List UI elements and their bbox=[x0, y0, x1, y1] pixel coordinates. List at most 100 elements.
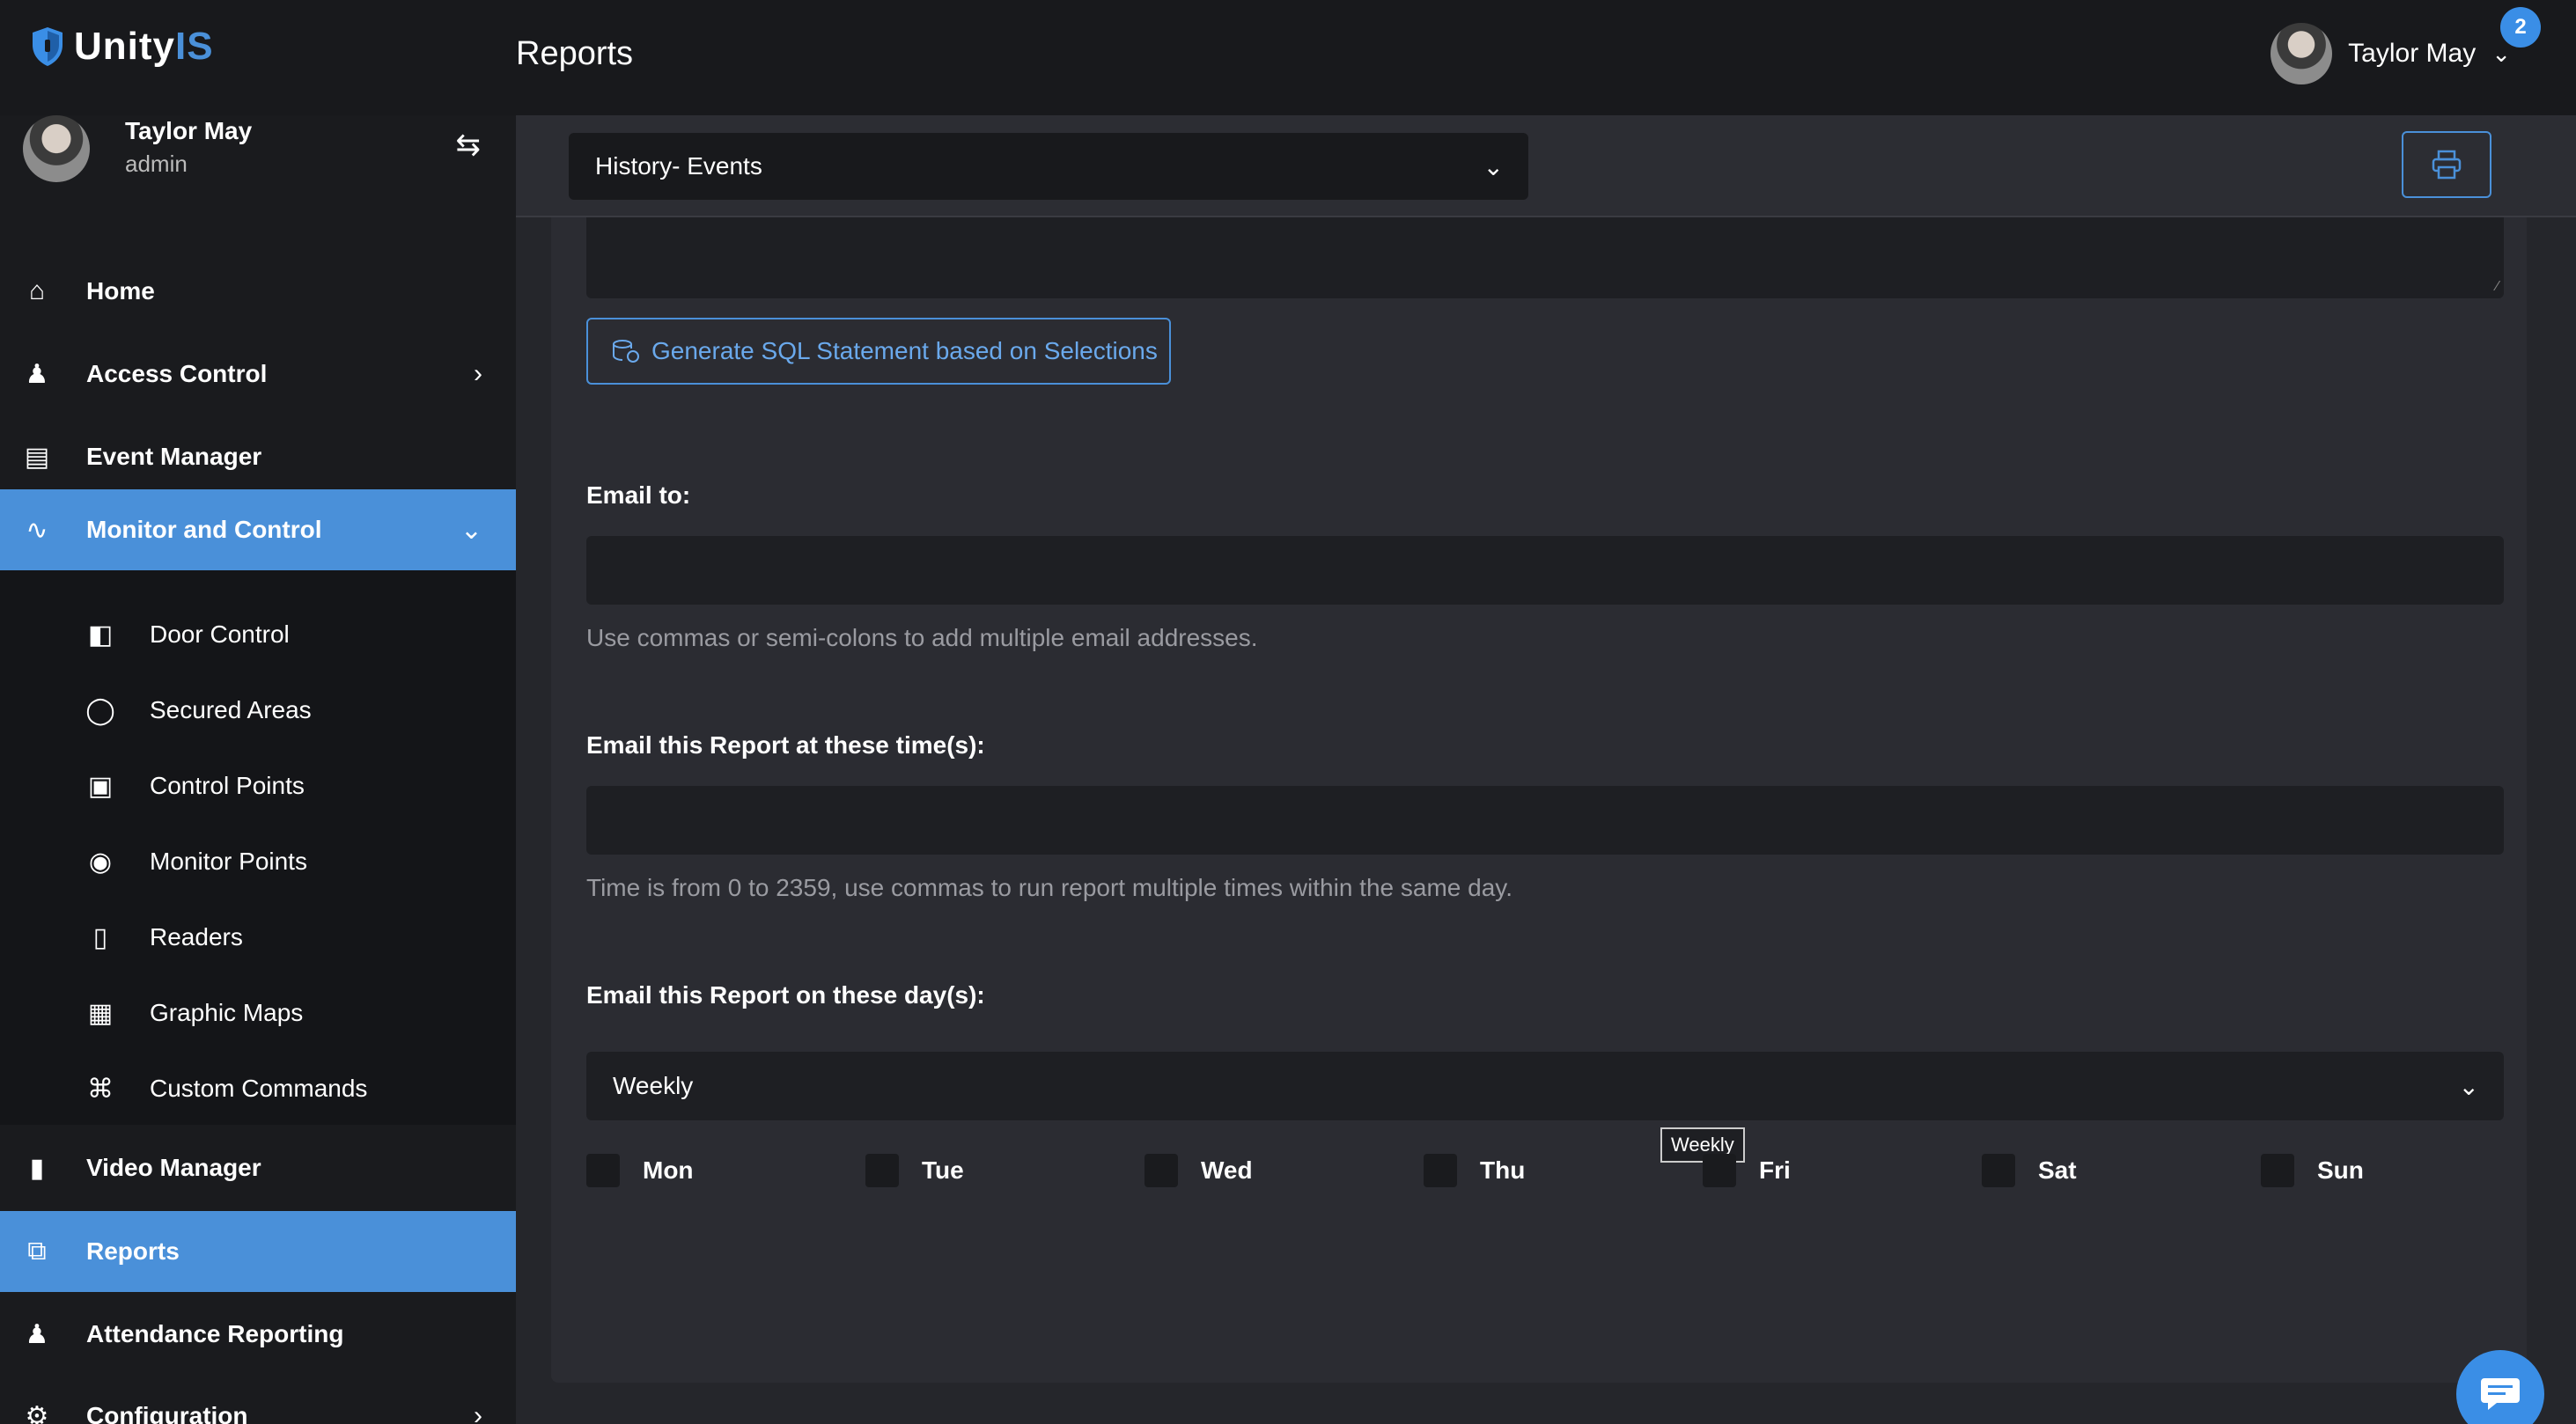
sidebar-item-attendance-reporting[interactable]: ♟ Attendance Reporting bbox=[0, 1294, 516, 1375]
swap-icon[interactable]: ⇆ bbox=[456, 128, 482, 163]
checkbox[interactable] bbox=[586, 1154, 620, 1187]
sidebar-item-home[interactable]: ⌂ Home bbox=[0, 251, 516, 332]
sidebar-item-label: Graphic Maps bbox=[150, 999, 304, 1026]
email-times-field[interactable] bbox=[586, 786, 2504, 855]
user-menu[interactable]: Taylor May ⌄ bbox=[2271, 23, 2511, 84]
day-checkbox-sun[interactable]: Sun bbox=[2261, 1154, 2364, 1187]
day-checkbox-fri[interactable]: Fri bbox=[1703, 1154, 1791, 1187]
day-label: Mon bbox=[643, 1156, 694, 1184]
video-icon: ▮ bbox=[29, 1153, 45, 1183]
tablet-icon: ▯ bbox=[92, 922, 108, 952]
gear-icon: ⚙ bbox=[25, 1401, 49, 1424]
top-bar: UnityIS Reports Taylor May ⌄ 2 bbox=[0, 0, 2576, 115]
day-checkbox-sat[interactable]: Sat bbox=[1982, 1154, 2077, 1187]
sidebar-item-event-manager[interactable]: ▤ Event Manager bbox=[0, 416, 516, 497]
printer-icon bbox=[2432, 150, 2462, 180]
sidebar-item-label: Attendance Reporting bbox=[86, 1320, 344, 1347]
email-times-label: Email this Report at these time(s): bbox=[586, 731, 985, 759]
heartbeat-icon: ∿ bbox=[26, 515, 48, 545]
sidebar-item-reports[interactable]: ⧉ Reports bbox=[0, 1211, 516, 1292]
sidebar-item-access-control[interactable]: ♟ Access Control › bbox=[0, 334, 516, 415]
sql-textarea[interactable]: ∕ bbox=[586, 217, 2504, 298]
print-button[interactable] bbox=[2402, 131, 2491, 198]
sidebar-item-label: Video Manager bbox=[86, 1154, 261, 1181]
day-label: Wed bbox=[1201, 1156, 1253, 1184]
home-icon: ⌂ bbox=[28, 276, 46, 305]
email-days-value: Weekly bbox=[613, 1072, 694, 1099]
checkbox[interactable] bbox=[2261, 1154, 2294, 1187]
sidebar-item-door-control[interactable]: ◧ Door Control bbox=[0, 597, 516, 672]
sidebar-item-label: Home bbox=[86, 277, 155, 305]
email-times-help: Time is from 0 to 2359, use commas to ru… bbox=[586, 874, 1512, 901]
resize-grip-icon[interactable]: ∕ bbox=[2496, 279, 2499, 295]
email-to-help: Use commas or semi-colons to add multipl… bbox=[586, 624, 1258, 651]
shield-icon: ◯ bbox=[85, 695, 115, 725]
checkbox[interactable] bbox=[1982, 1154, 2015, 1187]
sidebar-item-video-manager[interactable]: ▮ Video Manager bbox=[0, 1127, 516, 1208]
avatar bbox=[2271, 23, 2333, 84]
day-checkbox-wed[interactable]: Wed bbox=[1144, 1154, 1253, 1187]
checkbox[interactable] bbox=[1703, 1154, 1736, 1187]
building-icon: ▦ bbox=[87, 998, 114, 1028]
sidebar-item-label: Custom Commands bbox=[150, 1075, 368, 1102]
email-days-select[interactable]: Weekly ⌄ bbox=[586, 1052, 2504, 1120]
generate-sql-button[interactable]: Generate SQL Statement based on Selectio… bbox=[586, 318, 1171, 385]
day-checkbox-tue[interactable]: Tue bbox=[865, 1154, 964, 1187]
avatar bbox=[23, 115, 90, 182]
email-to-field[interactable] bbox=[586, 536, 2504, 605]
checkbox[interactable] bbox=[1144, 1154, 1178, 1187]
report-toolbar: History- Events ⌄ bbox=[516, 115, 2576, 217]
email-to-label: Email to: bbox=[586, 481, 691, 509]
sidebar-item-label: Door Control bbox=[150, 620, 290, 648]
sidebar-item-label: Monitor Points bbox=[150, 848, 307, 875]
chat-icon bbox=[2481, 1378, 2520, 1410]
sidebar-user-name: Taylor May bbox=[125, 117, 253, 144]
sidebar-item-configuration[interactable]: ⚙ Configuration › bbox=[0, 1376, 516, 1424]
day-label: Sat bbox=[2038, 1156, 2077, 1184]
app-window: UnityIS Reports Taylor May ⌄ 2 Taylor Ma… bbox=[0, 0, 2576, 1424]
sidebar-item-label: Reports bbox=[86, 1237, 180, 1265]
chevron-right-icon: › bbox=[474, 1401, 482, 1424]
command-icon: ⌘ bbox=[87, 1074, 114, 1104]
sidebar-user: Taylor May admin ⇆ bbox=[23, 115, 516, 195]
dot-circle-icon: ◉ bbox=[88, 847, 113, 877]
main-content: History- Events ⌄ ∕ Generate SQL Stateme… bbox=[516, 115, 2576, 1424]
user-check-icon: ♟ bbox=[25, 1319, 49, 1349]
sidebar-item-graphic-maps[interactable]: ▦ Graphic Maps bbox=[0, 975, 516, 1051]
user-lock-icon: ♟ bbox=[25, 359, 49, 389]
sidebar-item-label: Configuration bbox=[86, 1402, 248, 1424]
sidebar-item-label: Access Control bbox=[86, 360, 268, 387]
day-checkbox-mon[interactable]: Mon bbox=[586, 1154, 694, 1187]
sidebar-item-label: Readers bbox=[150, 923, 243, 951]
report-type-select[interactable]: History- Events ⌄ bbox=[569, 133, 1528, 200]
sidebar-item-monitor-and-control[interactable]: ∿ Monitor and Control ⌄ bbox=[0, 489, 516, 570]
email-days-label: Email this Report on these day(s): bbox=[586, 981, 985, 1009]
day-label: Tue bbox=[922, 1156, 964, 1184]
brand-logo[interactable]: UnityIS bbox=[30, 25, 214, 69]
chevron-down-icon: ⌄ bbox=[2458, 1072, 2479, 1100]
day-label: Thu bbox=[1480, 1156, 1526, 1184]
checkbox[interactable] bbox=[1424, 1154, 1457, 1187]
sidebar-item-custom-commands[interactable]: ⌘ Custom Commands bbox=[0, 1051, 516, 1127]
shield-logo-icon bbox=[33, 27, 63, 66]
checkbox[interactable] bbox=[865, 1154, 899, 1187]
chevron-down-icon: ⌄ bbox=[1483, 152, 1504, 180]
sidebar-item-control-points[interactable]: ▣ Control Points bbox=[0, 748, 516, 824]
brand-name: UnityIS bbox=[74, 25, 214, 68]
sidebar-item-label: Secured Areas bbox=[150, 696, 312, 723]
copy-icon: ⧉ bbox=[27, 1237, 47, 1266]
day-checkbox-thu[interactable]: Thu bbox=[1424, 1154, 1525, 1187]
sidebar-user-role: admin bbox=[125, 150, 188, 177]
page-title: Reports bbox=[516, 35, 634, 72]
chevron-down-icon: ⌄ bbox=[2491, 40, 2511, 67]
report-type-value: History- Events bbox=[595, 152, 762, 180]
notification-badge[interactable]: 2 bbox=[2500, 7, 2541, 48]
sidebar-item-monitor-points[interactable]: ◉ Monitor Points bbox=[0, 824, 516, 899]
sidebar-item-secured-areas[interactable]: ◯ Secured Areas bbox=[0, 672, 516, 748]
user-name: Taylor May bbox=[2348, 39, 2477, 68]
day-label: Sun bbox=[2317, 1156, 2364, 1184]
sidebar: Taylor May admin ⇆ ⌂ Home ♟ Access Contr… bbox=[0, 115, 516, 1424]
sidebar-item-readers[interactable]: ▯ Readers bbox=[0, 899, 516, 975]
control-panel-icon: ▣ bbox=[87, 771, 114, 801]
sidebar-item-label: Control Points bbox=[150, 772, 305, 799]
